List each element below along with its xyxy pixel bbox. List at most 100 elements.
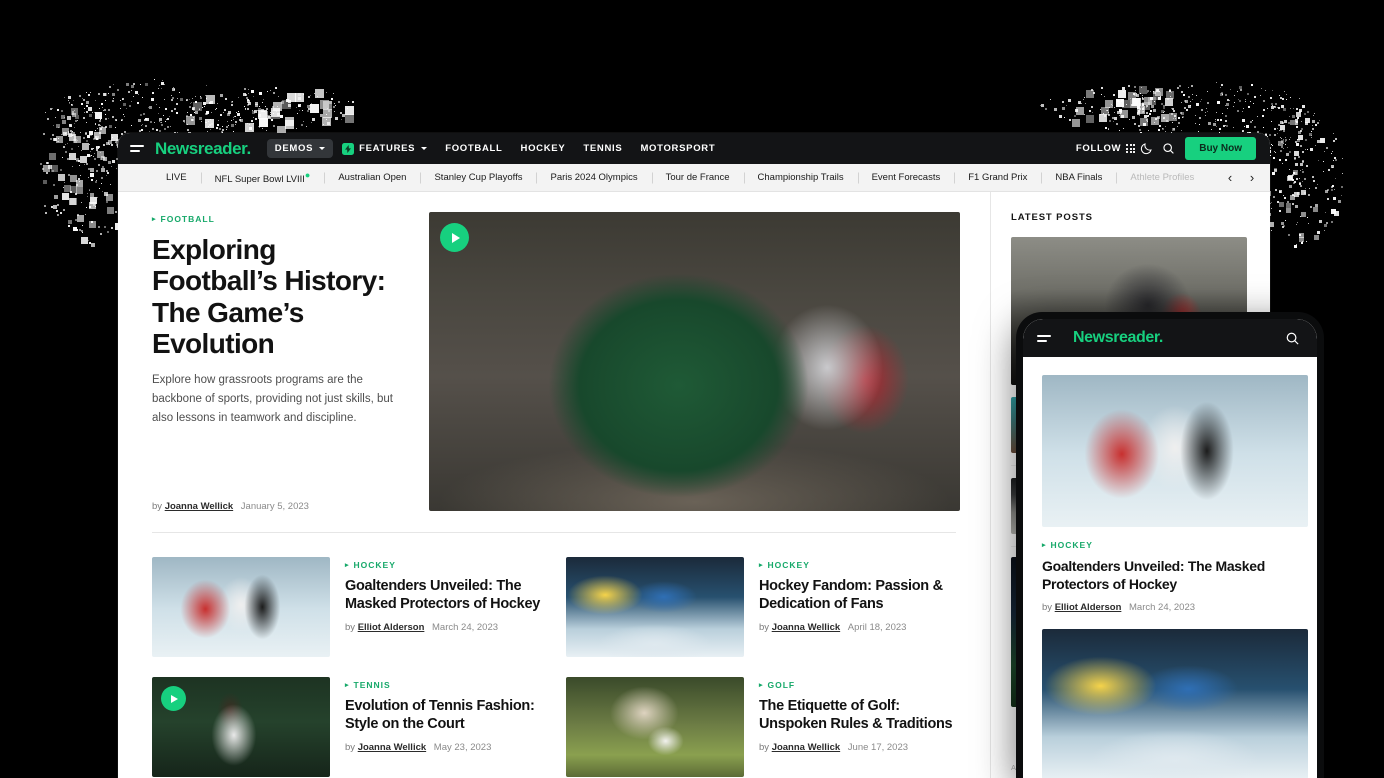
nav-item-hockey[interactable]: HOCKEY [512, 139, 575, 158]
search-icon[interactable] [1281, 327, 1303, 349]
chevron-down-icon [421, 147, 427, 150]
byline-prefix: by [759, 622, 769, 633]
article-card[interactable]: GOLF The Etiquette of Golf: Unspoken Rul… [566, 671, 956, 778]
ticker-item-tour-de-france[interactable]: Tour de France [652, 172, 744, 183]
nav-item-demos[interactable]: DEMOS [267, 139, 333, 158]
card-thumbnail[interactable] [152, 557, 330, 657]
card-author-link[interactable]: Joanna Wellick [358, 742, 426, 753]
card-kicker[interactable]: HOCKEY [345, 560, 542, 570]
card-date: April 18, 2023 [848, 622, 907, 633]
hero-text: FOOTBALL Exploring Football’s History: T… [152, 212, 407, 512]
byline-prefix: by [759, 742, 769, 753]
ticker-item-stanley-cup-playoffs[interactable]: Stanley Cup Playoffs [420, 172, 536, 183]
ticker-item-live[interactable]: LIVE [152, 172, 201, 183]
phone-next-article-image [1042, 629, 1308, 778]
nav-item-tennis[interactable]: TENNIS [574, 139, 631, 158]
card-thumbnail[interactable] [566, 677, 744, 777]
phone-header: Newsreader. [1023, 319, 1317, 357]
chevron-left-icon[interactable]: ‹ [1220, 168, 1240, 188]
ticker-item-championship-trails[interactable]: Championship Trails [744, 172, 858, 183]
article-card[interactable]: HOCKEY Hockey Fandom: Passion & Dedicati… [566, 551, 956, 671]
phone-next-article-media[interactable] [1042, 629, 1308, 778]
hero-title[interactable]: Exploring Football’s History: The Game’s… [152, 234, 407, 359]
byline-prefix: by [345, 622, 355, 633]
ticker-item-event-forecasts[interactable]: Event Forecasts [858, 172, 955, 183]
card-image [152, 557, 330, 657]
nav-item-features[interactable]: FEATURES [333, 139, 436, 159]
card-date: March 24, 2023 [432, 622, 498, 633]
hero-byline: by Joanna Wellick January 5, 2023 [152, 501, 309, 512]
hero-author-link[interactable]: Joanna Wellick [165, 501, 233, 512]
phone-mockup: Newsreader. HOCKEY Goaltenders Unveiled:… [1016, 312, 1324, 778]
card-byline: by Joanna Wellick June 17, 2023 [759, 742, 956, 753]
card-author-link[interactable]: Joanna Wellick [772, 742, 840, 753]
content-divider [152, 532, 956, 533]
follow-button[interactable]: FOLLOW [1076, 143, 1135, 154]
bolt-icon [342, 143, 354, 155]
card-byline: by Joanna Wellick May 23, 2023 [345, 742, 542, 753]
phone-article-kicker[interactable]: HOCKEY [1042, 540, 1298, 550]
follow-label: FOLLOW [1076, 143, 1121, 154]
moon-icon[interactable] [1135, 138, 1157, 160]
site-logo[interactable]: Newsreader. [155, 139, 251, 159]
article-card[interactable]: TENNIS Evolution of Tennis Fashion: Styl… [152, 671, 542, 778]
dot-grid-icon [1126, 144, 1135, 153]
search-icon[interactable] [1157, 138, 1179, 160]
nav-item-features-label: FEATURES [359, 143, 415, 154]
ticker-item-paris-2024-olympics[interactable]: Paris 2024 Olympics [536, 172, 651, 183]
card-thumbnail[interactable] [566, 557, 744, 657]
card-title[interactable]: The Etiquette of Golf: Unspoken Rules & … [759, 697, 956, 733]
article-grid: HOCKEY Goaltenders Unveiled: The Masked … [152, 551, 990, 778]
card-kicker[interactable]: TENNIS [345, 680, 542, 690]
card-kicker[interactable]: GOLF [759, 680, 956, 690]
phone-article-title[interactable]: Goaltenders Unveiled: The Masked Protect… [1042, 558, 1298, 593]
card-date: May 23, 2023 [434, 742, 492, 753]
ticker-item-f1-grand-prix[interactable]: F1 Grand Prix [954, 172, 1041, 183]
hero-media[interactable] [429, 212, 960, 511]
nav-item-football[interactable]: FOOTBALL [436, 139, 511, 158]
sidebar-heading: LATEST POSTS [1011, 212, 1270, 223]
card-title[interactable]: Goaltenders Unveiled: The Masked Protect… [345, 577, 542, 613]
byline-prefix: by [152, 501, 162, 512]
ticker-item-nfl-super-bowl[interactable]: NFL Super Bowl LVIII● [201, 170, 325, 185]
byline-prefix: by [345, 742, 355, 753]
card-byline: by Elliot Alderson March 24, 2023 [345, 622, 542, 633]
card-author-link[interactable]: Joanna Wellick [772, 622, 840, 633]
phone-article-byline: by Elliot Alderson March 24, 2023 [1042, 602, 1298, 613]
card-kicker[interactable]: HOCKEY [759, 560, 956, 570]
card-body: HOCKEY Hockey Fandom: Passion & Dedicati… [759, 557, 956, 657]
chevron-right-icon[interactable]: › [1242, 168, 1262, 188]
phone-content: HOCKEY Goaltenders Unveiled: The Masked … [1023, 357, 1317, 778]
play-icon[interactable] [161, 686, 186, 711]
phone-article-date: March 24, 2023 [1129, 602, 1195, 613]
card-title[interactable]: Hockey Fandom: Passion & Dedication of F… [759, 577, 956, 613]
hamburger-icon[interactable] [130, 142, 146, 156]
phone-author-link[interactable]: Elliot Alderson [1055, 602, 1122, 613]
ticker-item-label: NFL Super Bowl LVIII [215, 174, 305, 185]
nav-item-motorsport[interactable]: MOTORSPORT [631, 139, 724, 158]
hamburger-icon[interactable] [1037, 331, 1053, 345]
article-card[interactable]: HOCKEY Goaltenders Unveiled: The Masked … [152, 551, 542, 671]
ticker-item-nba-finals[interactable]: NBA Finals [1041, 172, 1116, 183]
card-author-link[interactable]: Elliot Alderson [358, 622, 425, 633]
card-title[interactable]: Evolution of Tennis Fashion: Style on th… [345, 697, 542, 733]
ticker-item-australian-open[interactable]: Australian Open [324, 172, 420, 183]
category-ticker[interactable]: LIVE NFL Super Bowl LVIII● Australian Op… [118, 164, 1270, 192]
ticker-controls: ‹ › [1194, 164, 1270, 191]
hero-kicker[interactable]: FOOTBALL [152, 214, 407, 224]
card-byline: by Joanna Wellick April 18, 2023 [759, 622, 956, 633]
hero-image [429, 212, 960, 511]
card-thumbnail[interactable] [152, 677, 330, 777]
phone-article-image [1042, 375, 1308, 527]
card-body: TENNIS Evolution of Tennis Fashion: Styl… [345, 677, 542, 777]
phone-screen: Newsreader. HOCKEY Goaltenders Unveiled:… [1023, 319, 1317, 778]
phone-logo[interactable]: Newsreader. [1073, 329, 1163, 347]
play-icon[interactable] [440, 223, 469, 252]
buy-now-button[interactable]: Buy Now [1185, 137, 1256, 160]
nav-item-demos-label: DEMOS [275, 143, 313, 154]
chevron-down-icon [319, 147, 325, 150]
phone-article-media[interactable] [1042, 375, 1308, 527]
card-body: GOLF The Etiquette of Golf: Unspoken Rul… [759, 677, 956, 777]
hero-article: FOOTBALL Exploring Football’s History: T… [152, 212, 990, 512]
card-body: HOCKEY Goaltenders Unveiled: The Masked … [345, 557, 542, 657]
